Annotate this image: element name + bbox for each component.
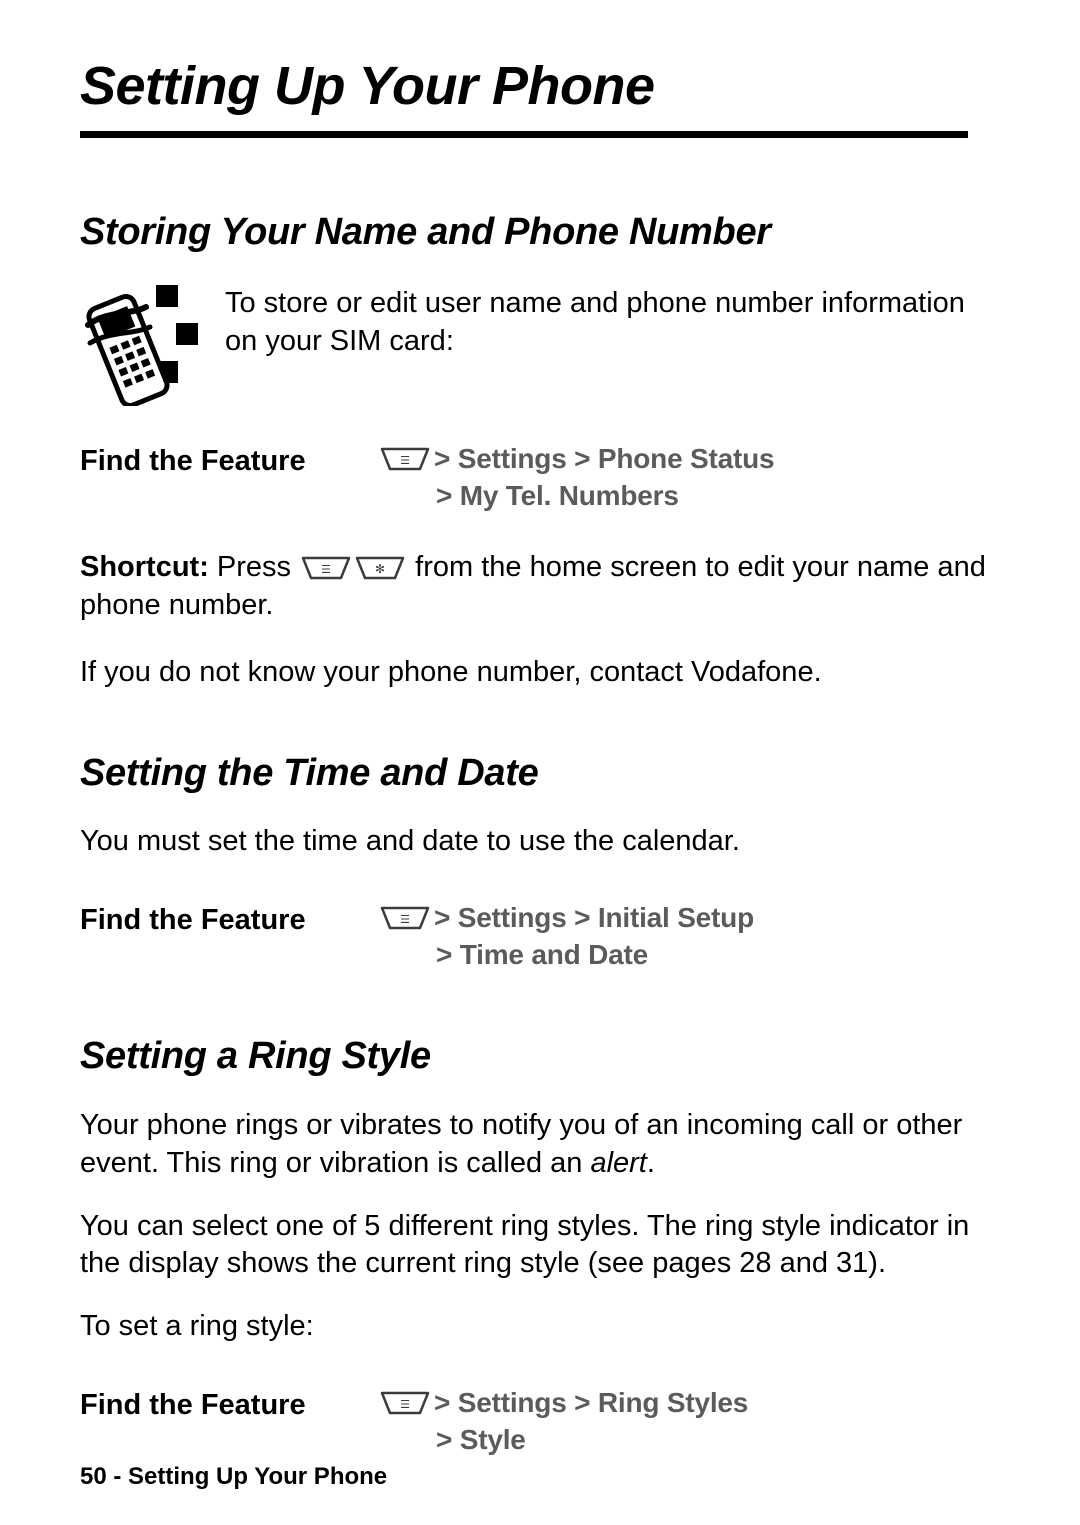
find-the-feature-label: Find the Feature (80, 445, 306, 478)
find-the-feature-path-line2: > Style (436, 1423, 526, 1455)
section-heading-time-and-date: Setting the Time and Date (80, 751, 539, 794)
shortcut-paragraph: Shortcut: Press ☰ ✻ from the home screen… (80, 549, 1000, 624)
intro-text-time-and-date: You must set the time and date to use th… (80, 824, 740, 857)
menu-key-icon: ☰ (301, 556, 351, 582)
find-the-feature-time-and-date: Find the Feature ☰ > Settings > Initial … (80, 900, 1000, 974)
find-the-feature-path: ☰ > Settings > Phone Status > My Tel. Nu… (380, 441, 1000, 515)
alert-emphasis: alert (590, 1146, 647, 1179)
find-the-feature-ring-style: Find the Feature ☰ > Settings > Ring Sty… (80, 1385, 1000, 1459)
document-page: Setting Up Your Phone Storing Your Name … (0, 0, 1080, 1525)
find-the-feature-path: ☰ > Settings > Initial Setup > Time and … (380, 900, 1000, 974)
page-footer: 50 - Setting Up Your Phone (80, 1463, 387, 1491)
svg-text:☰: ☰ (400, 454, 410, 467)
ring-style-paragraph-2: You can select one of 5 different ring s… (80, 1209, 970, 1279)
svg-text:☰: ☰ (321, 563, 331, 576)
find-the-feature-path-line1: > Settings > Ring Styles (434, 1387, 749, 1419)
svg-text:✻: ✻ (375, 562, 385, 576)
section-heading-ring-style: Setting a Ring Style (80, 1034, 431, 1077)
find-the-feature-storing: Find the Feature ☰ > Settings > Phone St… (80, 441, 1000, 515)
footer-separator: - (106, 1463, 129, 1490)
find-the-feature-path-line1: > Settings > Initial Setup (434, 901, 754, 933)
star-key-icon: ✻ (355, 556, 405, 582)
title-divider (80, 130, 968, 138)
menu-key-icon: ☰ (380, 1391, 430, 1417)
find-the-feature-path-line1: > Settings > Phone Status (434, 443, 775, 475)
footer-page-number: 50 (80, 1463, 107, 1490)
menu-key-icon: ☰ (380, 447, 430, 473)
section-heading-storing: Storing Your Name and Phone Number (80, 210, 771, 253)
vodafone-note: If you do not know your phone number, co… (80, 655, 822, 688)
find-the-feature-label: Find the Feature (80, 903, 306, 936)
find-the-feature-label: Find the Feature (80, 1389, 306, 1422)
shortcut-before-keys: Press (208, 551, 300, 584)
svg-text:☰: ☰ (400, 1398, 410, 1411)
footer-text: Setting Up Your Phone (128, 1463, 388, 1490)
intro-row-storing: To store or edit user name and phone num… (80, 281, 1000, 409)
find-the-feature-path: ☰ > Settings > Ring Styles > Style (380, 1385, 1000, 1459)
intro-text-storing: To store or edit user name and phone num… (225, 287, 965, 357)
find-the-feature-path-line2: > Time and Date (436, 938, 649, 970)
menu-key-icon: ☰ (380, 906, 430, 932)
svg-text:☰: ☰ (400, 913, 410, 926)
page-title: Setting Up Your Phone (80, 56, 655, 116)
ring-style-paragraph-3: To set a ring style: (80, 1309, 314, 1342)
find-the-feature-path-line2: > My Tel. Numbers (436, 480, 679, 512)
phone-with-squares-icon (80, 281, 225, 409)
ring-style-paragraph-1a: Your phone rings or vibrates to notify y… (80, 1109, 963, 1179)
shortcut-label: Shortcut: (80, 551, 209, 584)
ring-style-paragraph-1: Your phone rings or vibrates to notify y… (80, 1107, 1000, 1181)
ring-style-paragraph-1b: . (646, 1146, 655, 1179)
